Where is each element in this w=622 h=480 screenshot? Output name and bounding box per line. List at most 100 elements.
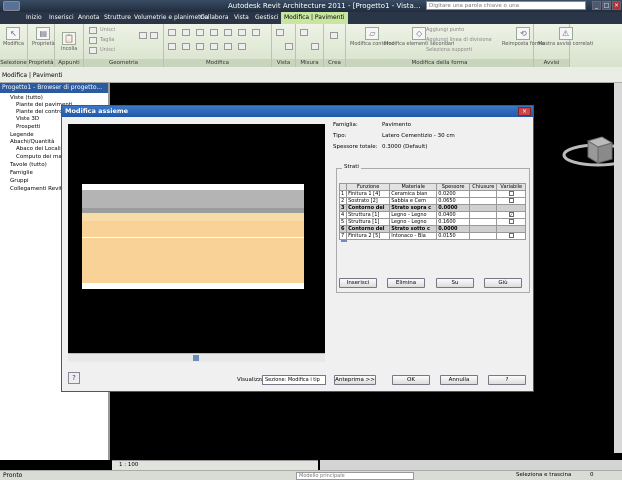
pick-supports-button[interactable]: Seleziona supporti bbox=[426, 47, 472, 53]
canvas-vertical-scrollbar[interactable] bbox=[614, 83, 622, 453]
view-select[interactable]: Sezione: Modifica i tip bbox=[262, 375, 326, 385]
press-drag-toggle[interactable]: Seleziona e trascina bbox=[516, 472, 571, 478]
layer-material[interactable]: Strato sotto c bbox=[389, 225, 438, 233]
variable-checkbox[interactable] bbox=[508, 219, 514, 224]
tab-gestisci[interactable]: Gestisci bbox=[255, 14, 279, 21]
table-row[interactable]: 7 Finitura 2 [5] Intonaco - Bia 0.0150 bbox=[338, 232, 526, 240]
layer-function[interactable]: Contorno del bbox=[346, 204, 391, 212]
align-icon[interactable] bbox=[168, 29, 176, 36]
layer-function[interactable]: Finitura 2 [5] bbox=[346, 232, 391, 240]
modify-button[interactable]: ↖ Modifica bbox=[3, 27, 24, 47]
tree-item-views[interactable]: Viste (tutto) bbox=[10, 95, 43, 101]
cut-button[interactable]: Taglia bbox=[100, 37, 114, 43]
tree-item-sheets[interactable]: Tavole (tutto) bbox=[10, 162, 47, 168]
layer-material[interactable]: Legno - Legno bbox=[389, 218, 438, 226]
tree-item-legends[interactable]: Legende bbox=[10, 132, 34, 138]
layer-function[interactable]: Struttura [1] bbox=[346, 218, 391, 226]
maximize-button[interactable]: □ bbox=[602, 1, 611, 10]
layer-number[interactable]: 1 bbox=[338, 190, 348, 198]
pin-icon[interactable] bbox=[210, 43, 218, 50]
hide-icon[interactable] bbox=[285, 43, 293, 50]
dimension-icon[interactable] bbox=[311, 43, 319, 50]
tree-item-groups[interactable]: Gruppi bbox=[10, 178, 29, 184]
layer-number[interactable]: 3 bbox=[338, 204, 348, 212]
unpin-icon[interactable] bbox=[224, 43, 232, 50]
view-scale[interactable]: 1 : 100 bbox=[119, 462, 138, 468]
tab-inserisci[interactable]: Inserisci bbox=[49, 14, 74, 21]
create-similar-icon[interactable] bbox=[330, 32, 338, 39]
layer-material[interactable]: Strato sopra c bbox=[389, 204, 438, 212]
add-point-button[interactable]: Aggiungi punto bbox=[426, 27, 464, 33]
rotate-icon[interactable] bbox=[238, 29, 246, 36]
application-menu-button[interactable] bbox=[3, 1, 20, 11]
minimize-button[interactable]: _ bbox=[592, 1, 601, 10]
canvas-horizontal-scrollbar[interactable] bbox=[320, 460, 622, 470]
properties-button[interactable]: ▤ Proprietà bbox=[32, 27, 55, 47]
split-face-icon[interactable] bbox=[139, 32, 147, 39]
active-workset-field[interactable]: Modello principale bbox=[296, 472, 414, 480]
layer-number[interactable]: 5 bbox=[338, 218, 348, 226]
layer-thickness[interactable]: 0.0200 bbox=[436, 190, 471, 198]
col-thickness[interactable]: Spessore bbox=[436, 183, 471, 191]
tree-item-schedules[interactable]: Abachi/Quantità bbox=[10, 139, 54, 145]
tab-inizio[interactable]: Inizio bbox=[26, 14, 42, 21]
layer-thickness[interactable]: 0.0150 bbox=[436, 232, 471, 240]
variable-checkbox[interactable]: ✓ bbox=[508, 212, 514, 217]
layer-thickness[interactable]: 0.0400 bbox=[436, 211, 471, 219]
layer-function[interactable]: Contorno del bbox=[346, 225, 391, 233]
split-icon[interactable] bbox=[168, 43, 176, 50]
help-icon[interactable]: ? bbox=[68, 372, 80, 384]
tree-item-room-schedule[interactable]: Abaco dei Locali bbox=[16, 146, 61, 152]
view-graphics-icon[interactable] bbox=[276, 29, 284, 36]
tab-strutture[interactable]: Strutture bbox=[104, 14, 131, 21]
col-variable[interactable]: Variabile bbox=[496, 183, 526, 191]
table-row[interactable]: 5 Struttura [1] Legno - Legno 0.1600 bbox=[338, 218, 526, 226]
section-preview[interactable] bbox=[68, 124, 325, 362]
tree-item-3d-views[interactable]: Viste 3D bbox=[16, 116, 39, 122]
add-split-line-button[interactable]: Aggiungi linea di divisione bbox=[426, 37, 492, 43]
layer-thickness[interactable]: 0.0650 bbox=[436, 197, 471, 205]
tree-item-elevations[interactable]: Prospetti bbox=[16, 124, 40, 130]
layer-function[interactable]: Struttura [1] bbox=[346, 211, 391, 219]
layer-function[interactable]: Sostrato [2] bbox=[346, 197, 391, 205]
preview-toggle-button[interactable]: Anteprima >> bbox=[334, 375, 376, 385]
preview-horizontal-scrollbar[interactable] bbox=[68, 353, 325, 362]
table-row[interactable]: 6 Contorno del Strato sotto c 0.0000 bbox=[338, 225, 526, 233]
trim-icon[interactable] bbox=[252, 29, 260, 36]
join-button[interactable]: Unisci bbox=[100, 47, 115, 53]
tab-vista[interactable]: Vista bbox=[234, 14, 249, 21]
col-wraps[interactable]: Chiusure bbox=[469, 183, 498, 191]
tree-item-revit-links[interactable]: Collegamenti Revit bbox=[10, 186, 62, 192]
scroll-thumb-icon[interactable] bbox=[193, 355, 199, 361]
search-input[interactable]: Digitare una parola chiave o una bbox=[426, 1, 586, 10]
mirror-icon[interactable] bbox=[196, 29, 204, 36]
tab-modifica-pavimenti[interactable]: Modifica | Pavimenti bbox=[281, 12, 348, 24]
scale-icon[interactable] bbox=[196, 43, 204, 50]
offset-icon[interactable] bbox=[182, 29, 190, 36]
layer-material[interactable]: Sabbia e Cem bbox=[389, 197, 438, 205]
ok-button[interactable]: OK bbox=[392, 375, 430, 385]
layer-material[interactable]: Legno - Legno bbox=[389, 211, 438, 219]
tab-collabora[interactable]: Collabora bbox=[200, 14, 229, 21]
col-material[interactable]: Materiale bbox=[389, 183, 438, 191]
array-icon[interactable] bbox=[182, 43, 190, 50]
delete-icon[interactable] bbox=[238, 43, 246, 50]
cancel-button[interactable]: Annulla bbox=[440, 375, 478, 385]
tab-annota[interactable]: Annota bbox=[78, 14, 99, 21]
show-warnings-button[interactable]: ⚠ Mostra avvisi correlati bbox=[538, 27, 593, 47]
copy-icon[interactable] bbox=[224, 29, 232, 36]
help-button[interactable]: ? bbox=[488, 375, 526, 385]
variable-checkbox[interactable] bbox=[508, 198, 514, 203]
layer-number[interactable]: 7 bbox=[338, 232, 348, 240]
variable-checkbox[interactable] bbox=[508, 191, 514, 196]
insert-button[interactable]: Inserisci bbox=[339, 278, 377, 288]
move-icon[interactable] bbox=[210, 29, 218, 36]
measure-icon[interactable] bbox=[300, 29, 308, 36]
layer-number[interactable]: 2 bbox=[338, 197, 348, 205]
table-row[interactable]: 4 Struttura [1] Legno - Legno 0.0400 ✓ bbox=[338, 211, 526, 219]
cope-button[interactable]: Unisci bbox=[100, 27, 115, 33]
paste-button[interactable]: 📋 Incolla bbox=[61, 32, 77, 52]
paint-icon[interactable] bbox=[150, 32, 158, 39]
layer-number[interactable]: 4 bbox=[338, 211, 348, 219]
table-row[interactable]: 2 Sostrato [2] Sabbia e Cem 0.0650 bbox=[338, 197, 526, 205]
